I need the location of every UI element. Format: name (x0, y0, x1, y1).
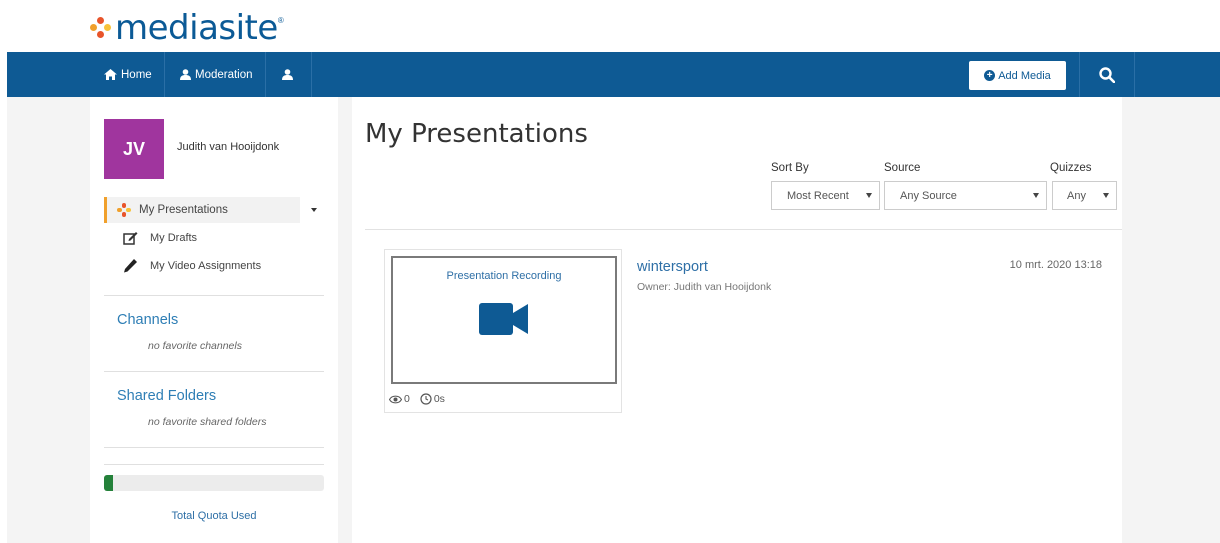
presentation-date: 10 mrt. 2020 13:18 (1009, 259, 1102, 271)
presentation-title-link[interactable]: wintersport (637, 259, 708, 275)
divider (104, 295, 324, 296)
view-count: 0 (404, 393, 410, 405)
clock-icon (420, 393, 432, 405)
sort-by-label: Sort By (771, 162, 809, 174)
search-icon (1099, 66, 1115, 83)
sidebar-item-label: My Video Assignments (150, 259, 262, 272)
quizzes-select[interactable]: Any (1052, 181, 1117, 210)
channels-title[interactable]: Channels (117, 312, 178, 328)
presentation-card[interactable]: Presentation Recording 0 0s (384, 249, 622, 413)
add-media-label: Add Media (998, 69, 1051, 82)
presentation-thumbnail[interactable]: Presentation Recording (391, 256, 617, 384)
divider (104, 447, 324, 448)
avatar[interactable]: JV (104, 119, 164, 179)
pencil-icon (124, 259, 137, 273)
user-icon (282, 69, 293, 80)
quota-bar (104, 475, 324, 491)
edit-icon (123, 232, 138, 245)
sort-by-select[interactable]: Most Recent (771, 181, 880, 210)
sidebar-item-my-video-assignments[interactable]: My Video Assignments (123, 258, 261, 273)
plus-circle-icon: + (984, 70, 996, 81)
search-button[interactable] (1079, 52, 1135, 97)
divider (104, 371, 324, 372)
source-value: Any Source (900, 189, 957, 202)
main-content: My Presentations Sort By Most Recent Sou… (352, 97, 1122, 543)
source-label: Source (884, 162, 921, 174)
presentation-owner: Owner: Judith van Hooijdonk (637, 281, 772, 293)
nav-moderation[interactable]: Moderation (168, 52, 266, 97)
sidebar-item-my-presentations[interactable]: My Presentations (104, 197, 300, 223)
source-select[interactable]: Any Source (884, 181, 1047, 210)
top-navbar: Home Moderation + Add Media (7, 52, 1220, 97)
user-icon (180, 69, 191, 80)
quizzes-value: Any (1067, 189, 1086, 202)
chevron-down-icon[interactable] (311, 208, 317, 212)
sidebar: JV Judith van Hooijdonk My Presentations… (90, 97, 338, 543)
logo-dots-icon (90, 17, 112, 39)
divider (365, 229, 1122, 230)
quota-label: Total Quota Used (171, 510, 257, 522)
user-name: Judith van Hooijdonk (177, 141, 280, 153)
nav-home-label: Home (121, 68, 152, 81)
shared-folders-empty-text: no favorite shared folders (148, 416, 267, 428)
channels-empty-text: no favorite channels (148, 340, 242, 352)
duration: 0s (433, 393, 445, 405)
logo-text: mediasite (115, 8, 278, 48)
nav-home[interactable]: Home (92, 52, 165, 97)
thumbnail-label: Presentation Recording (446, 270, 562, 282)
quizzes-label: Quizzes (1050, 162, 1092, 174)
sidebar-item-label: My Drafts (150, 232, 198, 244)
shared-folders-title[interactable]: Shared Folders (117, 388, 216, 404)
nav-moderation-label: Moderation (195, 68, 253, 81)
caret-down-icon (1103, 193, 1109, 198)
sort-by-value: Most Recent (787, 189, 849, 202)
add-media-button[interactable]: + Add Media (969, 61, 1066, 90)
sidebar-item-label: My Presentations (139, 204, 228, 216)
caret-down-icon (1033, 193, 1039, 198)
eye-icon (389, 395, 402, 403)
page-title: My Presentations (365, 119, 588, 149)
sidebar-item-my-drafts[interactable]: My Drafts (123, 231, 197, 245)
card-stats: 0 0s (389, 393, 445, 405)
home-icon (104, 69, 117, 80)
nav-profile[interactable] (268, 52, 312, 97)
quota-fill (104, 475, 113, 491)
presentations-dots-icon (117, 203, 131, 217)
logo-registered-mark: ® (277, 16, 284, 25)
divider (104, 464, 324, 465)
caret-down-icon (866, 193, 872, 198)
video-camera-icon (479, 303, 528, 335)
mediasite-logo[interactable]: mediasite ® (90, 8, 284, 48)
